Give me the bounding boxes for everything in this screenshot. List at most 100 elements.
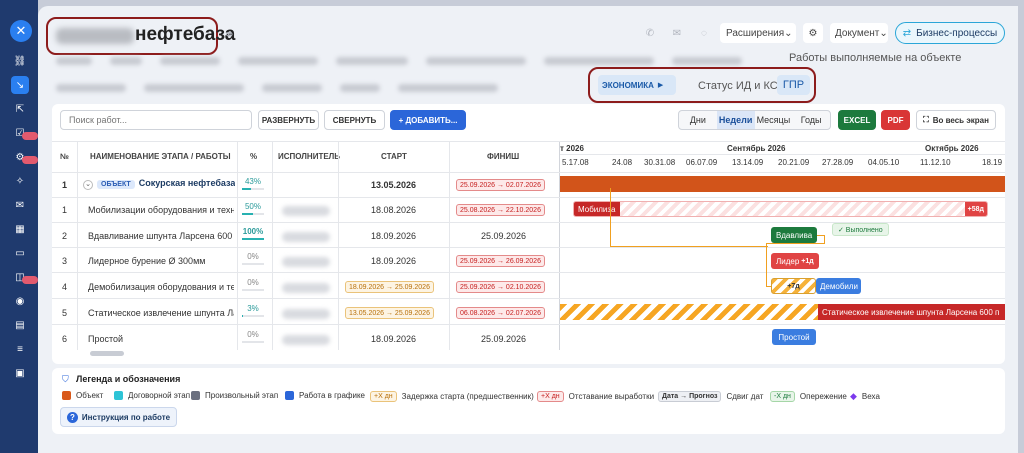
calendar-icon[interactable]: ▦: [11, 220, 29, 238]
gantt-week: 04.05.10: [868, 158, 900, 167]
row-name[interactable]: Вдавливание шпунта Ларсена 600 про: [88, 231, 234, 241]
tab-redacted[interactable]: [56, 57, 92, 65]
group-icon[interactable]: ◉: [11, 292, 29, 310]
link-icon[interactable]: ⛓: [11, 52, 29, 70]
business-process-button[interactable]: ⇄ Бизнес-процессы: [895, 22, 1005, 44]
tab-gpr[interactable]: ГПР: [777, 75, 810, 95]
excel-button[interactable]: EXCEL: [838, 110, 876, 130]
view-weeks[interactable]: Недели: [716, 111, 755, 129]
object-pill: ОБЪЕКТ: [97, 180, 135, 189]
gantt-bar-drilling[interactable]: Лидер +1д: [771, 253, 819, 269]
horizontal-scrollbar[interactable]: [90, 351, 124, 356]
add-button[interactable]: + ДОБАВИТЬ...: [390, 110, 466, 130]
row-num: 1: [62, 180, 68, 190]
chevron-down-icon: ⌄: [784, 27, 793, 39]
tab-redacted[interactable]: [262, 84, 322, 92]
row-start: 18.08.2026: [371, 205, 417, 215]
gantt-bar-idle[interactable]: Простой: [772, 329, 816, 345]
gear-icon[interactable]: ⚙: [803, 23, 823, 43]
row-num: 2: [62, 231, 68, 241]
col-header-finish: ФИНИШ: [487, 152, 520, 161]
notification-badge: [22, 276, 38, 284]
gantt-bar-extraction-delay[interactable]: [560, 304, 818, 320]
mail-icon[interactable]: ✉: [11, 196, 29, 214]
tab-redacted[interactable]: [426, 57, 526, 65]
tab-redacted[interactable]: [340, 84, 380, 92]
row-name[interactable]: Простой: [88, 334, 234, 344]
tab-economy[interactable]: ЭКОНОМИКА ▶: [598, 75, 676, 95]
chat-icon[interactable]: ◌: [696, 23, 712, 43]
tab-redacted[interactable]: [544, 57, 654, 65]
tab-redacted[interactable]: [672, 57, 742, 65]
row-name[interactable]: ⌄ ОБЪЕКТ Сокурская нефтебаза: [83, 178, 235, 190]
docs-icon[interactable]: ▭: [11, 244, 29, 262]
stack-icon[interactable]: ▣: [11, 364, 29, 382]
instruction-button[interactable]: ? Инструкция по работе: [60, 407, 177, 427]
tab-works-on-object[interactable]: Работы выполняемые на объекте: [789, 52, 961, 64]
export-icon[interactable]: ⇱: [11, 100, 29, 118]
pdf-button[interactable]: PDF: [881, 110, 910, 130]
apps-icon[interactable]: ▤: [11, 316, 29, 334]
tab-redacted[interactable]: [110, 57, 142, 65]
gantt-bar-demobilization[interactable]: Демобили: [816, 278, 861, 294]
tab-redacted[interactable]: [144, 84, 244, 92]
page-title: нефтебаза: [135, 24, 236, 45]
close-icon[interactable]: ✕: [10, 20, 32, 42]
gantt-bar-mobilization[interactable]: Мобилиза +58д: [573, 201, 988, 217]
redacted-title-prefix: [56, 28, 134, 44]
view-years[interactable]: Годы: [792, 111, 830, 129]
row-pct-bar: [242, 238, 264, 240]
view-days[interactable]: Дни: [679, 111, 717, 129]
collapse-button[interactable]: СВЕРНУТЬ: [324, 110, 385, 130]
copy-link-icon[interactable]: ⚭: [224, 27, 235, 43]
row-name[interactable]: Мобилизации оборудования и техники: [88, 205, 234, 215]
tab-redacted[interactable]: [160, 57, 220, 65]
document-dropdown[interactable]: Документ ⌄: [830, 23, 888, 43]
fullscreen-button[interactable]: ⛶ Во весь экран: [916, 110, 996, 130]
tab-redacted[interactable]: [336, 57, 408, 65]
legend-lag: +X дн Отставание выработки: [537, 391, 654, 402]
legend-in-schedule: Работа в графике: [285, 391, 365, 400]
lag-pill: +X дн: [537, 391, 564, 402]
legend-label: Сдвиг дат: [726, 392, 764, 401]
tools-icon[interactable]: ✧: [11, 172, 29, 190]
legend-label: Задержка старта (предшественник): [401, 392, 534, 401]
row-finish: 25.09.2026 → 02.07.2026: [456, 179, 545, 191]
row-name[interactable]: Лидерное бурение Ø 300мм: [88, 256, 234, 266]
row-finish: 25.09.2026 → 02.10.2026: [456, 281, 545, 293]
phone-icon[interactable]: ✆: [642, 23, 658, 43]
expand-button[interactable]: РАЗВЕРНУТЬ: [258, 110, 319, 130]
row-pct-bar: [242, 263, 264, 265]
swatch-in-schedule: [285, 391, 294, 400]
row-start: 13.05.2026: [371, 180, 417, 190]
row-name[interactable]: Статическое извлечение шпунта Ларс: [88, 308, 234, 318]
tab-redacted[interactable]: [56, 84, 126, 92]
shift-pill: Дата → Прогноз: [658, 391, 722, 402]
tabs-row-2: [56, 81, 516, 95]
legend-label: Работа в графике: [299, 391, 365, 400]
mail-icon[interactable]: ✉: [669, 23, 685, 43]
col-header-executor: ИСПОЛНИТЕЛЬ: [278, 152, 341, 161]
list-icon[interactable]: ≡: [11, 340, 29, 358]
ahead-pill: -X дн: [770, 391, 795, 402]
view-switcher: Дни Недели Месяцы Годы: [678, 110, 831, 130]
row-name[interactable]: Демобилизация оборудования и техни: [88, 282, 234, 292]
gantt-bar-extraction[interactable]: Статическое извлечение шпунта Ларсена 60…: [818, 304, 1005, 320]
extensions-dropdown[interactable]: Расширения ⌄: [720, 23, 796, 43]
col-divider: [77, 142, 78, 350]
gantt-bar-object[interactable]: [560, 176, 1005, 192]
legend-title: Легенда и обозначения: [76, 374, 181, 384]
row-pct-bar: [242, 213, 264, 215]
arrow-icon[interactable]: ↘: [11, 76, 29, 94]
tab-redacted[interactable]: [398, 84, 498, 92]
search-input[interactable]: [60, 110, 252, 130]
row-start: 13.05.2026 → 25.09.2026: [345, 307, 434, 319]
gantt-bar-pressing[interactable]: Вдавлива: [771, 227, 817, 243]
gantt-bar-demob-delay[interactable]: +7д: [771, 278, 816, 294]
chevron-down-icon[interactable]: ⌄: [83, 180, 93, 190]
tab-status[interactable]: Статус ИД и КС: [698, 80, 778, 92]
row-finish: 25.09.2026 → 26.09.2026: [456, 255, 545, 267]
row-name-text: Сокурская нефтебаза: [138, 178, 236, 188]
tab-redacted[interactable]: [238, 57, 318, 65]
view-months[interactable]: Месяцы: [755, 111, 793, 129]
